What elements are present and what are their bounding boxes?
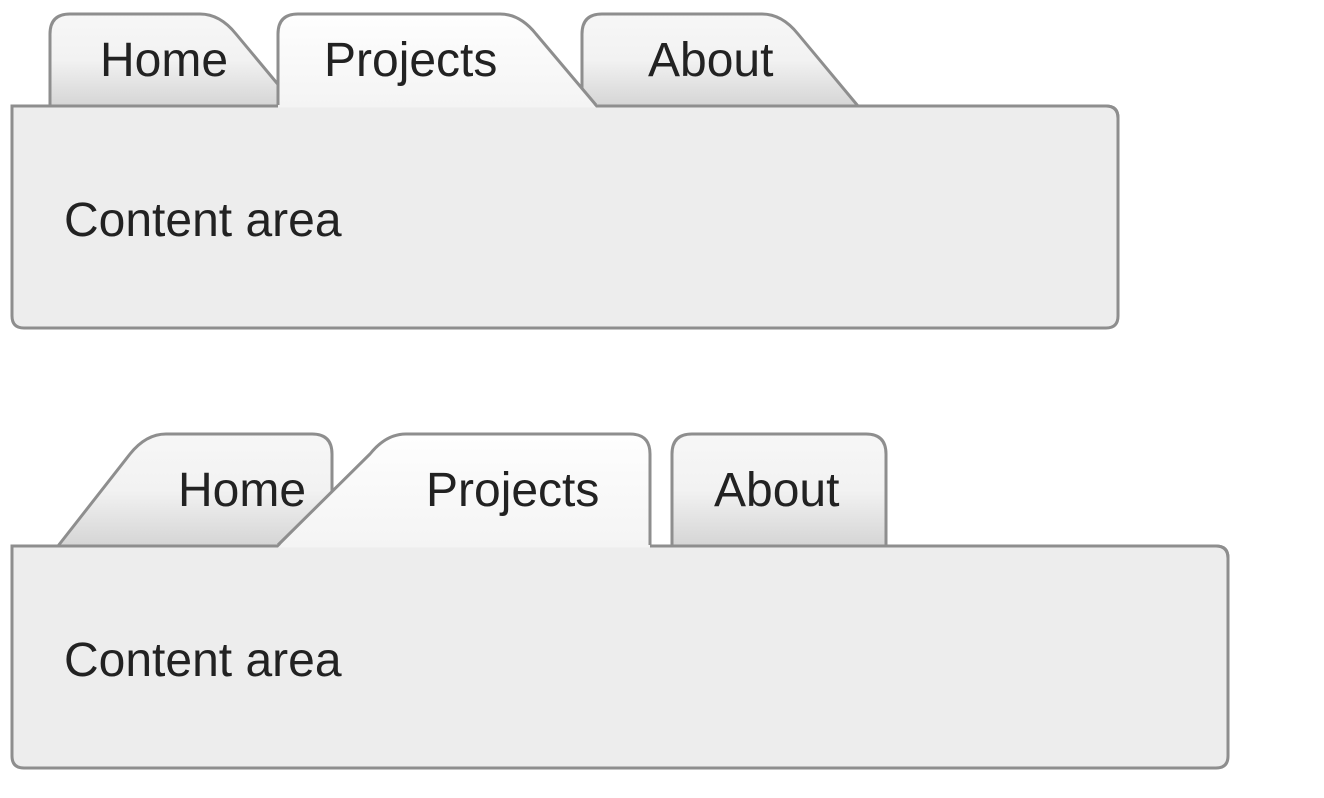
tab-example-2: About Home Projects Content area — [0, 420, 1324, 780]
tab-example-1: About Home Projects Content area — [0, 0, 1324, 350]
content-area-label: Content area — [64, 634, 342, 687]
content-area-label: Content area — [64, 194, 342, 247]
tab-about-label: About — [648, 34, 773, 87]
tab-about-label: About — [714, 464, 839, 517]
tab-projects-label: Projects — [426, 464, 599, 517]
tab-home-label: Home — [178, 464, 306, 517]
tab-about[interactable]: About — [672, 434, 886, 546]
tab-home-label: Home — [100, 34, 228, 87]
tab-about[interactable]: About — [582, 14, 858, 106]
tab-home[interactable]: Home — [58, 434, 332, 546]
tab-home[interactable]: Home — [50, 14, 296, 106]
diagram-stage: About Home Projects Content area — [0, 0, 1324, 798]
tab-projects-label: Projects — [324, 34, 497, 87]
